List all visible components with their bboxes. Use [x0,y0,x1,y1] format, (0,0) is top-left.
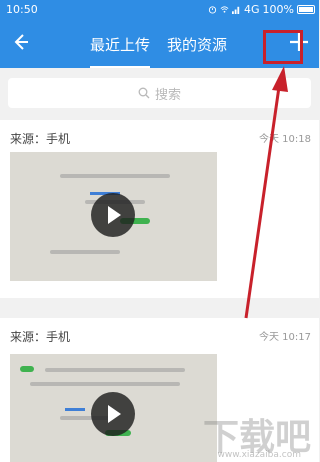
battery-icon [297,5,315,14]
tab-recent-uploads[interactable]: 最近上传 [90,34,151,68]
play-icon[interactable] [91,392,135,436]
arrow-left-icon[interactable] [8,30,32,54]
item-source: 来源：手机 [10,330,71,344]
video-thumbnail[interactable] [10,152,217,281]
network-type: 4G [244,3,260,16]
search-placeholder: 搜索 [154,87,181,103]
annotation-highlight-box [263,30,303,64]
battery-percent: 100% [262,3,294,16]
upload-item[interactable]: 来源：手机 今天 10:18 [0,120,319,298]
search-icon [138,87,150,99]
alarm-icon [208,6,217,14]
item-time: 今天 10:18 [259,134,311,145]
signal-icon [232,6,240,14]
status-bar: 10:50 4G 100% [0,0,319,18]
watermark-url: www.xiazaiba.com [217,450,301,460]
tab-my-resources[interactable]: 我的资源 [167,34,227,55]
search-bar[interactable]: 搜索 [8,78,311,108]
status-right: 4G 100% [208,3,315,16]
video-thumbnail[interactable] [10,354,217,462]
status-time: 10:50 [6,3,38,16]
wifi-icon [220,6,229,13]
item-source: 来源：手机 [10,132,71,146]
item-time: 今天 10:17 [259,332,311,343]
play-icon[interactable] [91,193,135,237]
